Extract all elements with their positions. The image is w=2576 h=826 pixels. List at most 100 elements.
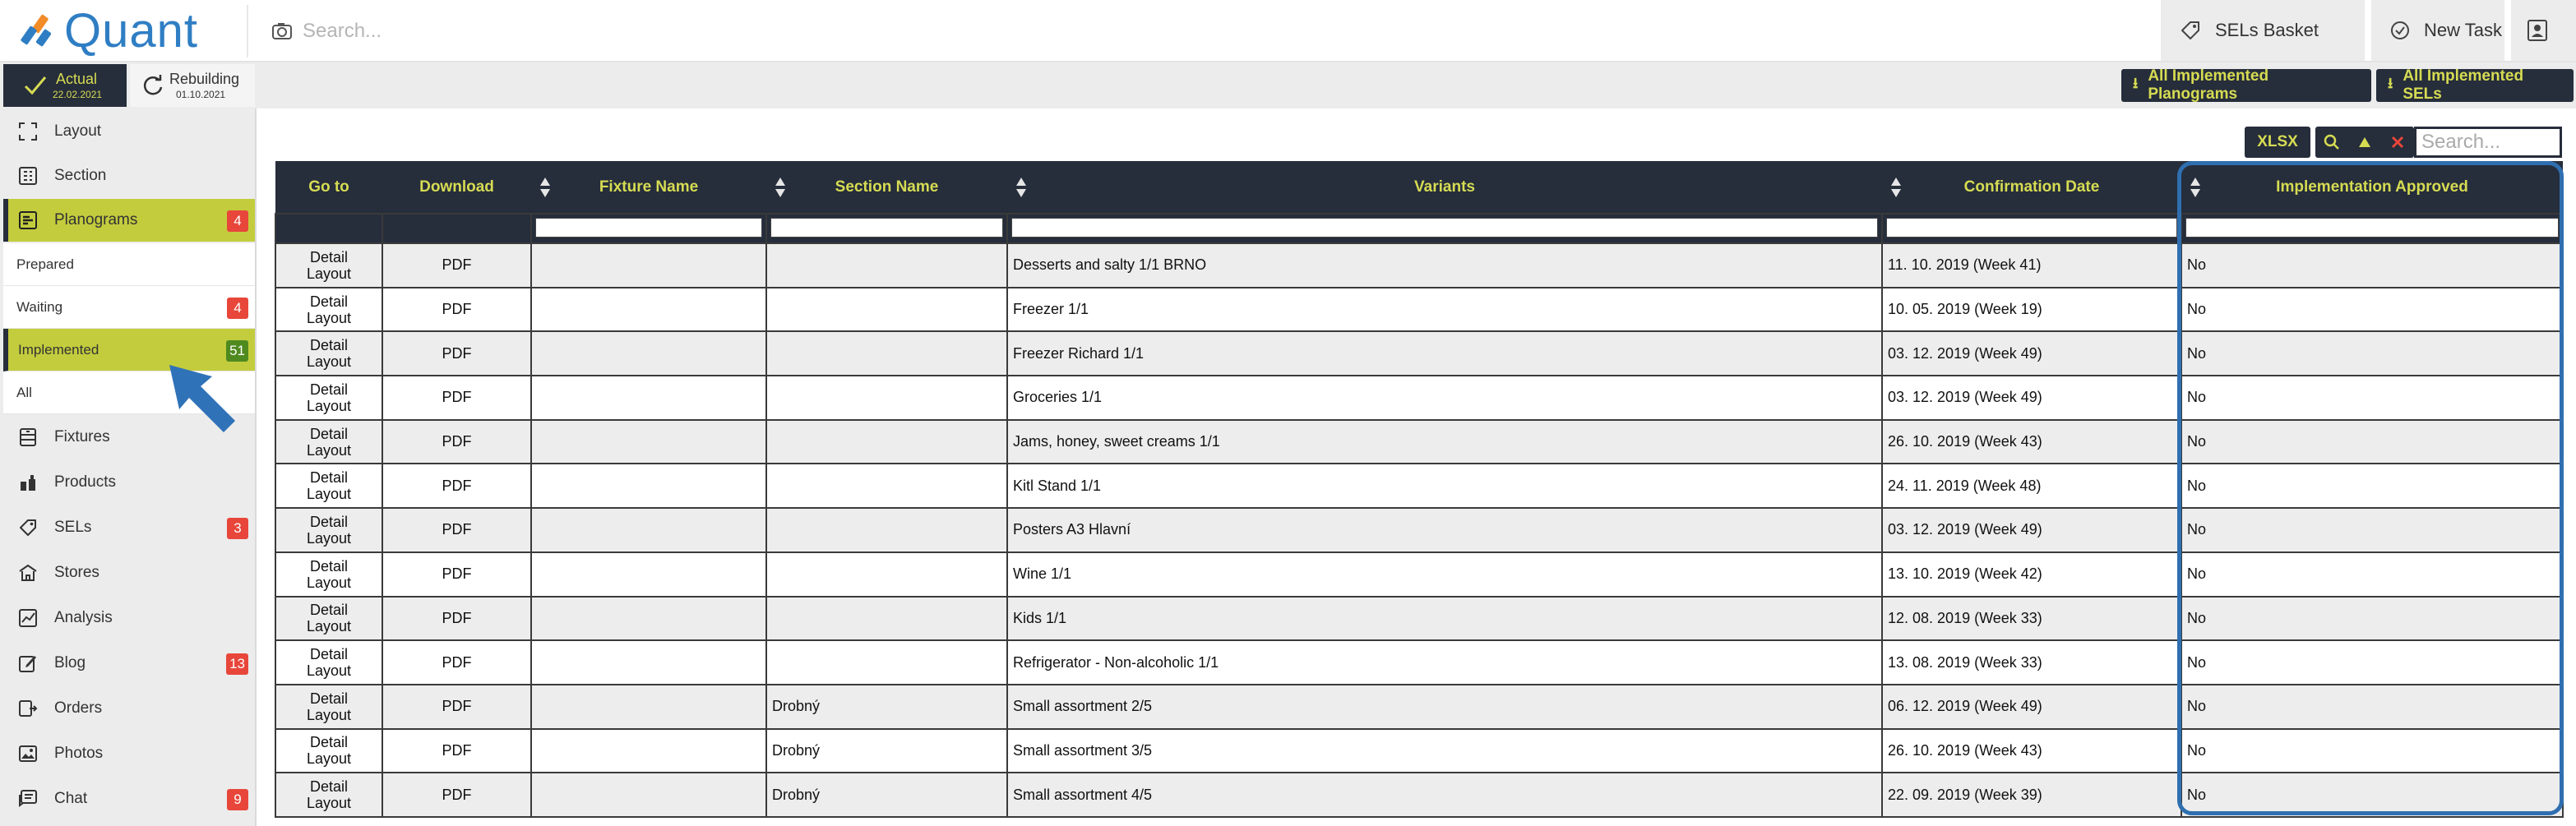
mode-actual-tab[interactable]: Actual 22.02.2021 — [3, 64, 127, 107]
global-search-input[interactable]: Search... — [303, 20, 382, 43]
camera-icon[interactable] — [271, 21, 293, 41]
pdf-download-link[interactable]: PDF — [382, 507, 532, 553]
products-icon — [16, 471, 39, 494]
sidebar-item-section[interactable]: Section — [3, 155, 255, 197]
sort-icon[interactable] — [1890, 176, 1902, 199]
table-row[interactable]: Detail Layout PDF Kitl Stand 1/1 24. 11. 201… — [275, 463, 2564, 510]
table-row[interactable]: Detail Layout PDF Drobný Small assortment 2/… — [275, 683, 2564, 730]
column-header-label: Implementation Approved — [2276, 178, 2468, 196]
sidebar-item-orders[interactable]: Orders — [3, 687, 255, 730]
confirmation-date-cell: 22. 09. 2019 (Week 39) — [1881, 772, 2182, 818]
filter-implementation-approved[interactable] — [2181, 213, 2564, 244]
pdf-download-link[interactable]: PDF — [382, 683, 532, 730]
detail-layout-link[interactable]: Detail Layout — [275, 286, 383, 333]
column-header-variants[interactable]: Variants — [1007, 161, 1882, 214]
all-implemented-planograms-label: All Implemented Planograms — [2148, 67, 2269, 103]
pdf-download-link[interactable]: PDF — [382, 463, 532, 510]
table-row[interactable]: Detail Layout PDF Drobný Small assortment 3/… — [275, 727, 2564, 774]
pdf-download-link[interactable]: PDF — [382, 772, 532, 818]
filter-input[interactable] — [1011, 218, 1878, 238]
pdf-download-link[interactable]: PDF — [382, 330, 532, 377]
sort-icon[interactable] — [539, 176, 551, 199]
caret-up-icon[interactable] — [2348, 136, 2381, 149]
refresh-icon — [143, 75, 163, 95]
all-implemented-planograms-button[interactable]: ⭳ All Implemented Planograms — [2121, 67, 2371, 103]
table-row[interactable]: Detail Layout PDF Freezer Richard 1/1 03. 12… — [275, 330, 2564, 377]
mode-rebuilding-tab[interactable]: Rebuilding 01.10.2021 — [130, 64, 255, 107]
filter-input[interactable] — [535, 218, 762, 238]
sidebar-item-analysis[interactable]: Analysis — [3, 597, 255, 639]
sidebar-item-sels[interactable]: SELs 3 — [3, 506, 255, 549]
pdf-download-link[interactable]: PDF — [382, 418, 532, 465]
detail-layout-link[interactable]: Detail Layout — [275, 727, 383, 774]
detail-layout-link[interactable]: Detail Layout — [275, 418, 383, 465]
search-icon[interactable] — [2315, 133, 2348, 151]
table-row[interactable]: Detail Layout PDF Groceries 1/1 03. 12. 2019… — [275, 375, 2564, 421]
table-row[interactable]: Detail Layout PDF Drobný Small assortment 4/… — [275, 772, 2564, 818]
filter-input[interactable] — [1886, 218, 2177, 238]
filter-section-name[interactable] — [765, 213, 1008, 244]
detail-layout-link[interactable]: Detail Layout — [275, 242, 383, 288]
sidebar-item-layout[interactable]: Layout — [3, 110, 255, 153]
column-header-section-name[interactable]: Section Name — [766, 161, 1007, 214]
export-xlsx-button[interactable]: XLSX — [2245, 127, 2310, 158]
sort-icon[interactable] — [1015, 176, 1027, 199]
filter-confirmation-date[interactable] — [1881, 213, 2182, 244]
user-profile-button[interactable] — [2511, 0, 2576, 61]
column-header-confirmation-date[interactable]: Confirmation Date — [1882, 161, 2181, 214]
sidebar-item-blog[interactable]: Blog 13 — [3, 642, 255, 685]
pdf-download-link[interactable]: PDF — [382, 639, 532, 685]
sidebar-item-planograms[interactable]: Planograms 4 — [3, 199, 255, 242]
table-row[interactable]: Detail Layout PDF Wine 1/1 13. 10. 2019 (Wee… — [275, 551, 2564, 598]
detail-layout-link[interactable]: Detail Layout — [275, 507, 383, 553]
pdf-download-link[interactable]: PDF — [382, 727, 532, 774]
column-header-fixture-name[interactable]: Fixture Name — [531, 161, 766, 214]
table-row[interactable]: Detail Layout PDF Freezer 1/1 10. 05. 2019 (… — [275, 286, 2564, 333]
detail-layout-link[interactable]: Detail Layout — [275, 639, 383, 685]
column-header-label: Download — [419, 178, 494, 196]
sort-icon[interactable] — [2190, 176, 2201, 199]
detail-layout-link[interactable]: Detail Layout — [275, 772, 383, 818]
table-row[interactable]: Detail Layout PDF Kids 1/1 12. 08. 2019 (Wee… — [275, 595, 2564, 642]
sels-basket-button[interactable]: SELs Basket — [2161, 0, 2365, 61]
pdf-download-link[interactable]: PDF — [382, 595, 532, 642]
pdf-download-link[interactable]: PDF — [382, 375, 532, 421]
sidebar-subitem-waiting[interactable]: Waiting 4 — [3, 286, 255, 329]
sidebar-item-products[interactable]: Products — [3, 461, 255, 504]
table-row[interactable]: Detail Layout PDF Jams, honey, sweet creams… — [275, 418, 2564, 465]
pdf-download-link[interactable]: PDF — [382, 551, 532, 598]
all-implemented-sels-button[interactable]: ⭳ All Implemented SELs — [2376, 67, 2574, 103]
section-name-cell: Drobný — [765, 683, 1008, 730]
filter-input[interactable] — [2185, 218, 2559, 238]
table-row[interactable]: Detail Layout PDF Desserts and salty 1/1 BR… — [275, 242, 2564, 288]
new-task-button[interactable]: New Task — [2371, 0, 2504, 61]
table-row[interactable]: Detail Layout PDF Refrigerator - Non-alcoho… — [275, 639, 2564, 685]
fixture-name-cell — [530, 683, 767, 730]
filter-fixture-name[interactable] — [530, 213, 767, 244]
close-icon[interactable] — [2381, 135, 2414, 150]
column-header-label: Section Name — [835, 178, 939, 196]
variant-cell: Freezer 1/1 — [1006, 286, 1883, 333]
section-name-cell — [765, 595, 1008, 642]
filter-variants[interactable] — [1006, 213, 1883, 244]
pdf-download-link[interactable]: PDF — [382, 242, 532, 288]
variant-cell: Wine 1/1 — [1006, 551, 1883, 598]
sort-icon[interactable] — [775, 176, 786, 199]
detail-layout-link[interactable]: Detail Layout — [275, 683, 383, 730]
detail-layout-link[interactable]: Detail Layout — [275, 463, 383, 510]
column-header-implementation-approved[interactable]: Implementation Approved — [2181, 161, 2563, 214]
pdf-download-link[interactable]: PDF — [382, 286, 532, 333]
table-row[interactable]: Detail Layout PDF Posters A3 Hlavní 03. 12. … — [275, 507, 2564, 553]
filter-input[interactable] — [770, 218, 1003, 238]
app-logo[interactable]: Quant — [18, 7, 198, 56]
sidebar-item-chat[interactable]: Chat 9 — [3, 778, 255, 820]
table-search-input[interactable]: Search... — [2414, 127, 2562, 158]
detail-layout-link[interactable]: Detail Layout — [275, 551, 383, 598]
detail-layout-link[interactable]: Detail Layout — [275, 595, 383, 642]
sidebar-item-photos[interactable]: Photos — [3, 732, 255, 775]
global-search[interactable]: Search... — [271, 15, 382, 48]
sidebar-item-stores[interactable]: Stores — [3, 551, 255, 594]
sidebar-subitem-prepared[interactable]: Prepared — [3, 243, 255, 286]
detail-layout-link[interactable]: Detail Layout — [275, 330, 383, 377]
detail-layout-link[interactable]: Detail Layout — [275, 375, 383, 421]
